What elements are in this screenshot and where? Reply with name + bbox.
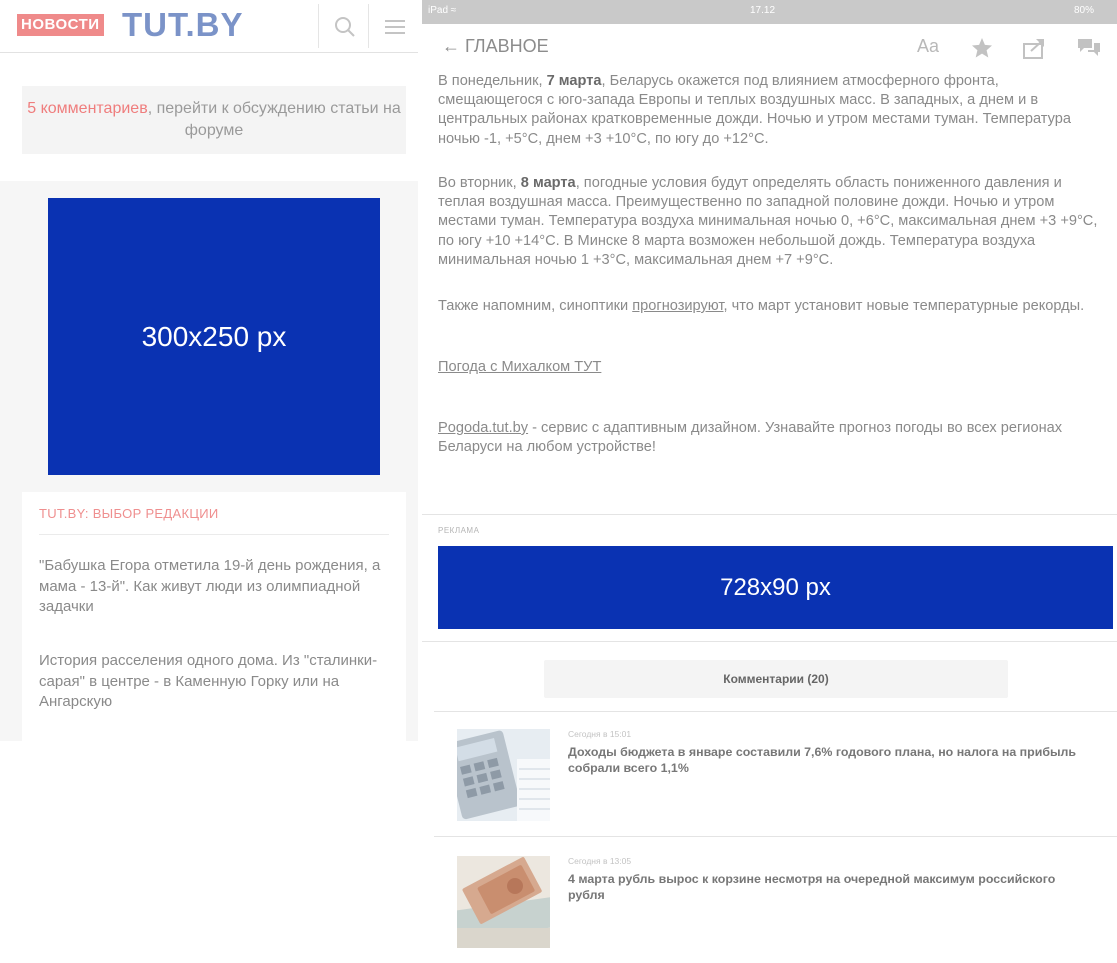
comments-forum-text: , перейти к обсуждению статьи на форуме — [147, 100, 401, 139]
site-logo[interactable]: TUT.BY — [122, 6, 244, 44]
device-label: iPad ≈ — [428, 5, 457, 16]
ad-banner-728x90[interactable]: 728x90 px — [438, 546, 1113, 629]
menu-icon[interactable] — [380, 12, 410, 42]
article-paragraph: Pogoda.tut.by - сервис с адаптивным диза… — [438, 420, 1063, 456]
wifi-icon: ≈ — [450, 5, 457, 16]
search-icon[interactable] — [330, 12, 360, 42]
editors-choice-title: TUT.BY: ВЫБОР РЕДАКЦИИ — [39, 506, 219, 521]
ad-banner-300x250[interactable]: 300x250 px — [48, 198, 380, 475]
ad-size-label: 728x90 px — [720, 573, 831, 601]
mobile-site-panel: НОВОСТИ TUT.BY 5 комментариев, перейти к… — [0, 0, 418, 963]
app-navbar: ← ГЛАВНОЕ Aa — [422, 24, 1117, 70]
editors-choice-item[interactable]: "Бабушка Егора отметила 19-й день рожден… — [39, 556, 394, 618]
article-paragraph: В понедельник, 7 марта, Беларусь окажетс… — [438, 73, 1071, 147]
arrow-left-icon: ← — [442, 36, 460, 56]
ipad-app-panel: iPad ≈ 17.12 80% ← ГЛАВНОЕ Aa В понедель… — [422, 0, 1117, 963]
divider — [422, 514, 1117, 515]
star-icon[interactable] — [970, 36, 994, 65]
comments-button[interactable]: Комментарии (20) — [544, 660, 1008, 698]
header-divider — [368, 4, 369, 48]
news-time: Сегодня в 15:01 — [568, 729, 632, 739]
forecast-link[interactable]: прогнозируют — [632, 298, 723, 314]
article-paragraph: Во вторник, 8 марта, погодные условия бу… — [438, 175, 1098, 268]
share-icon[interactable] — [1022, 36, 1048, 65]
font-size-button[interactable]: Aa — [917, 36, 939, 57]
article-paragraph: Погода с Михалком ТУТ — [438, 358, 1103, 377]
status-bar: iPad ≈ 17.12 80% — [422, 0, 1117, 24]
site-header: НОВОСТИ TUT.BY — [0, 0, 418, 53]
divider — [422, 641, 1117, 642]
news-item[interactable]: Сегодня в 13:05 4 марта рубль вырос к ко… — [422, 837, 1117, 962]
news-thumbnail-calculator — [457, 729, 550, 821]
editors-choice-block: TUT.BY: ВЫБОР РЕДАКЦИИ "Бабушка Егора от… — [22, 492, 406, 742]
back-button[interactable]: ← ГЛАВНОЕ — [442, 36, 549, 57]
header-divider — [318, 4, 319, 48]
comments-icon[interactable] — [1076, 36, 1102, 65]
weather-video-link[interactable]: Погода с Михалком ТУТ — [438, 359, 601, 375]
battery-level: 80% — [1074, 5, 1095, 16]
article-paragraph: Также напомним, синоптики прогнозируют, … — [438, 298, 1085, 314]
news-thumbnail-banknotes — [457, 856, 550, 948]
news-title: 4 марта рубль вырос к корзине несмотря н… — [568, 872, 1056, 902]
divider — [39, 534, 389, 535]
news-item[interactable]: Сегодня в 15:01 Доходы бюджета в январе … — [422, 710, 1117, 835]
logo-badge[interactable]: НОВОСТИ — [17, 14, 104, 36]
back-button-label: ГЛАВНОЕ — [465, 36, 549, 56]
forum-comments-box[interactable]: 5 комментариев, перейти к обсуждению ста… — [22, 86, 406, 154]
news-title: Доходы бюджета в январе составили 7,6% г… — [568, 745, 1077, 775]
status-time: 17.12 — [750, 5, 776, 16]
date-bold: 7 марта — [546, 73, 602, 89]
ad-size-label: 300x250 px — [141, 320, 287, 352]
pogoda-link[interactable]: Pogoda.tut.by — [438, 420, 528, 436]
date-bold: 8 марта — [520, 175, 576, 191]
editors-choice-item[interactable]: История расселения одного дома. Из "стал… — [39, 651, 394, 713]
news-time: Сегодня в 13:05 — [568, 856, 632, 866]
comments-count-link[interactable]: 5 комментариев — [27, 100, 147, 117]
ad-caption: РЕКЛАМА — [438, 526, 480, 535]
